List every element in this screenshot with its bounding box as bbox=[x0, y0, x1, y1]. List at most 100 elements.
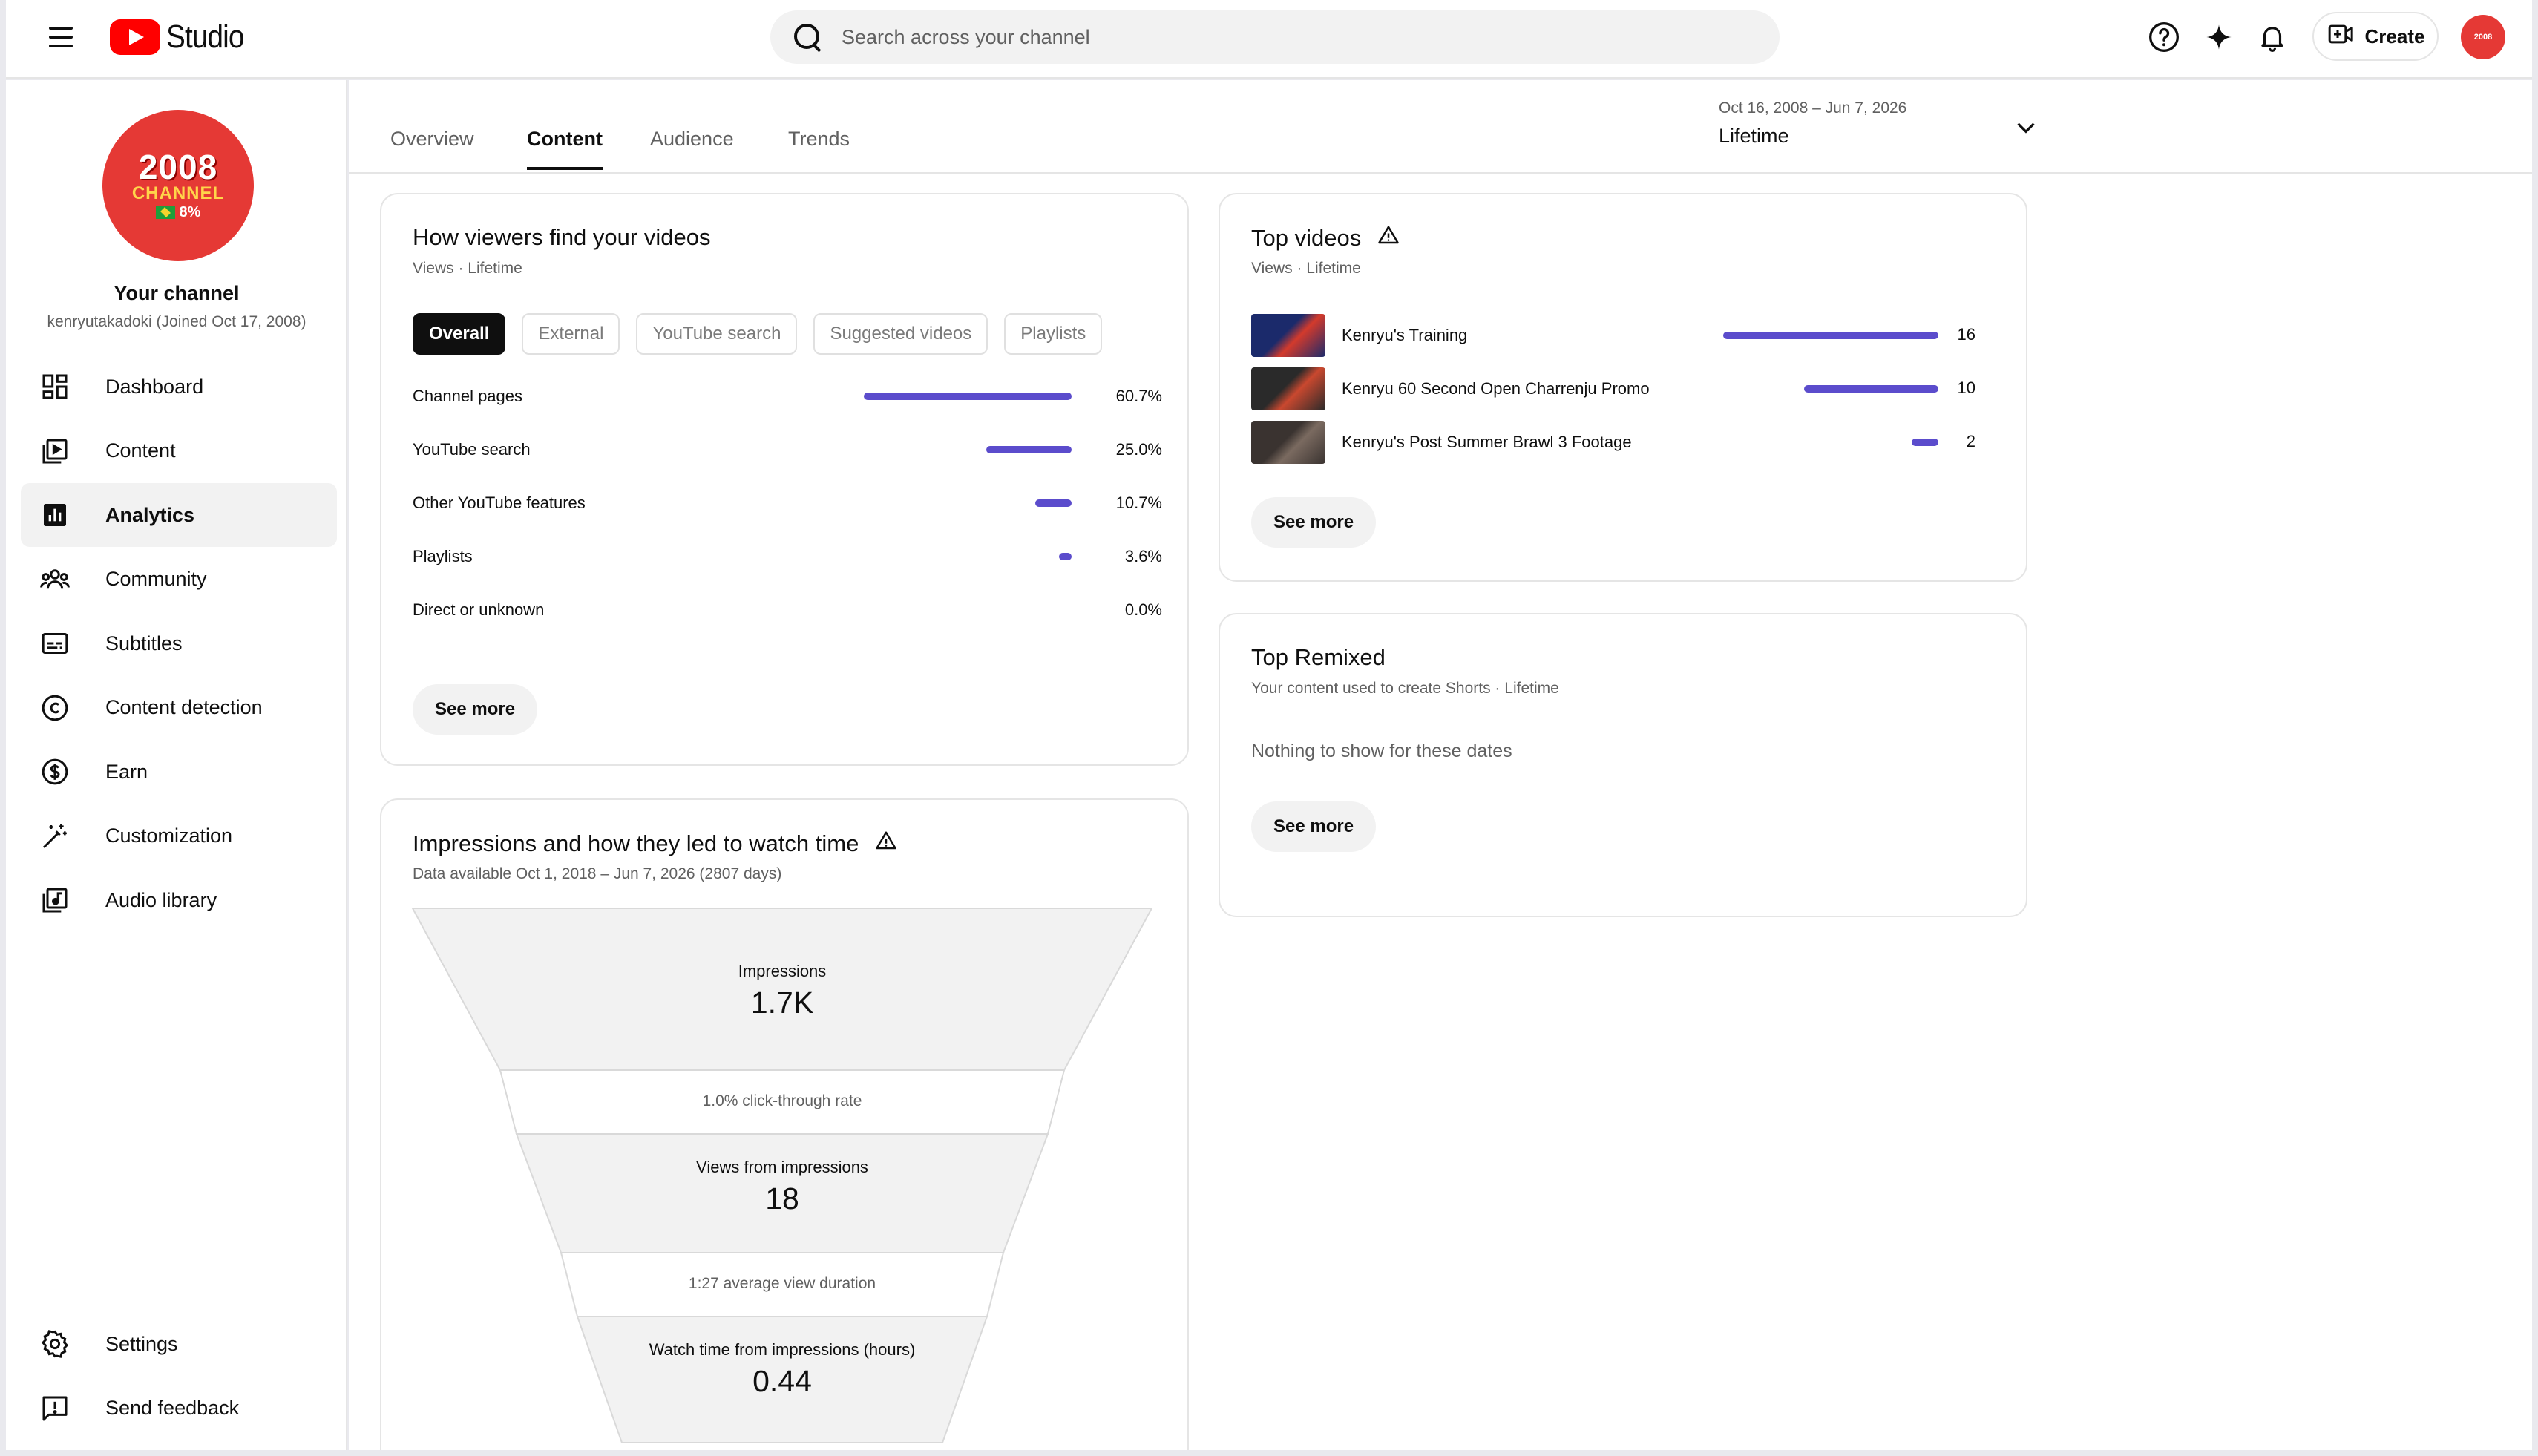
tab-overview[interactable]: Overview bbox=[390, 128, 474, 167]
chip-playlists[interactable]: Playlists bbox=[1004, 313, 1103, 355]
top-remixed-title: Top Remixed bbox=[1251, 644, 1386, 670]
bell-icon[interactable] bbox=[2253, 18, 2292, 56]
sidebar-item-label: Send feedback bbox=[105, 1397, 240, 1419]
sidebar-item-label: Subtitles bbox=[105, 632, 183, 655]
impressions-card: Impressions and how they led to watch ti… bbox=[380, 798, 1189, 1450]
sidebar-item-customization[interactable]: Customization bbox=[21, 804, 337, 868]
sidebar-item-content-detection[interactable]: Content detection bbox=[21, 676, 337, 740]
traffic-source-value: 3.6% bbox=[1124, 547, 1162, 565]
sidebar-item-label: Dashboard bbox=[105, 375, 204, 398]
chip-overall[interactable]: Overall bbox=[413, 313, 506, 355]
sidebar-item-label: Analytics bbox=[105, 503, 195, 526]
warning-icon[interactable] bbox=[875, 830, 897, 858]
top-video-row[interactable]: Kenryu's Training 16 bbox=[1251, 313, 2016, 358]
traffic-source-row: Channel pages 60.7% bbox=[413, 381, 1177, 411]
sidebar-item-earn[interactable]: Earn bbox=[21, 740, 337, 804]
sidebar-item-dashboard[interactable]: Dashboard bbox=[21, 355, 337, 419]
menu-icon[interactable] bbox=[43, 22, 82, 52]
traffic-source-label: Other YouTube features bbox=[413, 493, 586, 512]
top-remixed-see-more-button[interactable]: See more bbox=[1251, 801, 1377, 852]
magic-wand-icon bbox=[37, 819, 73, 854]
impressions-label: Impressions bbox=[738, 962, 827, 980]
main-content: Overview Content Audience Trends Oct 16,… bbox=[349, 80, 2532, 1450]
tab-trends[interactable]: Trends bbox=[788, 128, 850, 167]
traffic-source-bar-track bbox=[864, 606, 1072, 614]
top-videos-card-subtitle: Views · Lifetime bbox=[1251, 260, 1361, 277]
create-button[interactable]: Create bbox=[2312, 12, 2439, 61]
sidebar-item-label: Community bbox=[105, 568, 207, 590]
feedback-icon bbox=[37, 1391, 73, 1426]
youtube-play-icon bbox=[110, 19, 160, 55]
video-title[interactable]: Kenryu's Training bbox=[1342, 326, 1467, 345]
top-videos-card: Top videos Views · Lifetime Kenryu's Tra… bbox=[1219, 193, 2027, 582]
traffic-source-row: Other YouTube features 10.7% bbox=[413, 488, 1177, 518]
date-range-label: Lifetime bbox=[1719, 125, 1789, 147]
sidebar-nav: Dashboard Content Analytics Community Su… bbox=[21, 355, 337, 933]
account-avatar[interactable]: 2008 bbox=[2461, 15, 2505, 59]
avatar-channel-text: CHANNEL bbox=[131, 183, 225, 203]
traffic-source-bar bbox=[864, 393, 1072, 400]
avd-label: 1:27 average view duration bbox=[688, 1275, 876, 1292]
traffic-source-bar bbox=[1059, 553, 1072, 560]
top-bar: Studio Create 2008 bbox=[6, 0, 2532, 79]
video-views-bar bbox=[1911, 439, 1938, 446]
traffic-source-row: Playlists 3.6% bbox=[413, 542, 1177, 571]
sidebar-item-settings[interactable]: Settings bbox=[21, 1312, 337, 1376]
warning-icon[interactable] bbox=[1377, 224, 1400, 252]
chip-external[interactable]: External bbox=[522, 313, 620, 355]
video-views-bar bbox=[1723, 332, 1938, 339]
video-thumbnail[interactable] bbox=[1251, 367, 1325, 410]
top-videos-title-text: Top videos bbox=[1251, 225, 1362, 251]
top-remixed-subtitle: Your content used to create Shorts · Lif… bbox=[1251, 680, 1559, 697]
community-icon bbox=[37, 562, 73, 597]
channel-avatar[interactable]: 2008 CHANNEL 8% bbox=[102, 110, 254, 261]
subtitles-icon bbox=[37, 626, 73, 661]
sidebar-item-analytics[interactable]: Analytics bbox=[21, 483, 337, 547]
traffic-source-label: Channel pages bbox=[413, 387, 523, 405]
create-label: Create bbox=[2364, 24, 2425, 47]
search-box[interactable] bbox=[770, 10, 1780, 64]
sparkle-icon[interactable] bbox=[2200, 18, 2238, 56]
sidebar-item-content[interactable]: Content bbox=[21, 419, 337, 483]
dashboard-icon bbox=[37, 369, 73, 404]
video-views-value: 16 bbox=[1957, 325, 1975, 344]
sidebar-item-community[interactable]: Community bbox=[21, 548, 337, 611]
top-videos-see-more-button[interactable]: See more bbox=[1251, 497, 1377, 548]
sidebar-item-send-feedback[interactable]: Send feedback bbox=[21, 1377, 337, 1440]
analytics-icon bbox=[37, 497, 73, 533]
avatar-year-text: 2008 bbox=[138, 147, 218, 186]
logo-text: Studio bbox=[166, 19, 244, 55]
chip-suggested-videos[interactable]: Suggested videos bbox=[813, 313, 988, 355]
help-icon[interactable] bbox=[2145, 18, 2183, 56]
traffic-source-label: Direct or unknown bbox=[413, 600, 545, 619]
video-thumbnail[interactable] bbox=[1251, 421, 1325, 464]
copyright-icon bbox=[37, 690, 73, 726]
top-video-row[interactable]: Kenryu 60 Second Open Charrenju Promo 10 bbox=[1251, 367, 2016, 411]
chip-youtube-search[interactable]: YouTube search bbox=[636, 313, 798, 355]
studio-logo[interactable]: Studio bbox=[110, 15, 255, 59]
top-video-row[interactable]: Kenryu's Post Summer Brawl 3 Footage 2 bbox=[1251, 420, 2016, 465]
traffic-source-label: YouTube search bbox=[413, 440, 531, 459]
tab-audience[interactable]: Audience bbox=[650, 128, 734, 167]
sidebar-item-audio-library[interactable]: Audio library bbox=[21, 868, 337, 932]
traffic-source-bar-track bbox=[864, 553, 1072, 560]
avatar-year: 2008 bbox=[2473, 32, 2493, 42]
search-icon[interactable] bbox=[790, 19, 825, 55]
traffic-see-more-button[interactable]: See more bbox=[413, 684, 538, 735]
video-title[interactable]: Kenryu 60 Second Open Charrenju Promo bbox=[1342, 379, 1650, 399]
video-title[interactable]: Kenryu's Post Summer Brawl 3 Footage bbox=[1342, 433, 1632, 452]
video-views-value: 2 bbox=[1966, 432, 1975, 450]
search-input[interactable] bbox=[842, 25, 1732, 49]
traffic-source-value: 60.7% bbox=[1115, 387, 1162, 405]
analytics-tabs: Overview Content Audience Trends Oct 16,… bbox=[349, 80, 2532, 174]
date-range-picker[interactable]: Oct 16, 2008 – Jun 7, 2026 Lifetime bbox=[1719, 99, 2060, 159]
sidebar-item-subtitles[interactable]: Subtitles bbox=[21, 611, 337, 675]
avatar-percent-text: 8% bbox=[179, 204, 201, 221]
your-channel-title: Your channel bbox=[114, 282, 240, 304]
top-remixed-empty-state: Nothing to show for these dates bbox=[1251, 741, 1512, 761]
traffic-source-bar bbox=[1034, 499, 1072, 507]
traffic-source-label: Playlists bbox=[413, 547, 473, 565]
video-thumbnail[interactable] bbox=[1251, 314, 1325, 357]
watch-time-value: 0.44 bbox=[752, 1364, 812, 1398]
tab-content[interactable]: Content bbox=[527, 128, 603, 170]
